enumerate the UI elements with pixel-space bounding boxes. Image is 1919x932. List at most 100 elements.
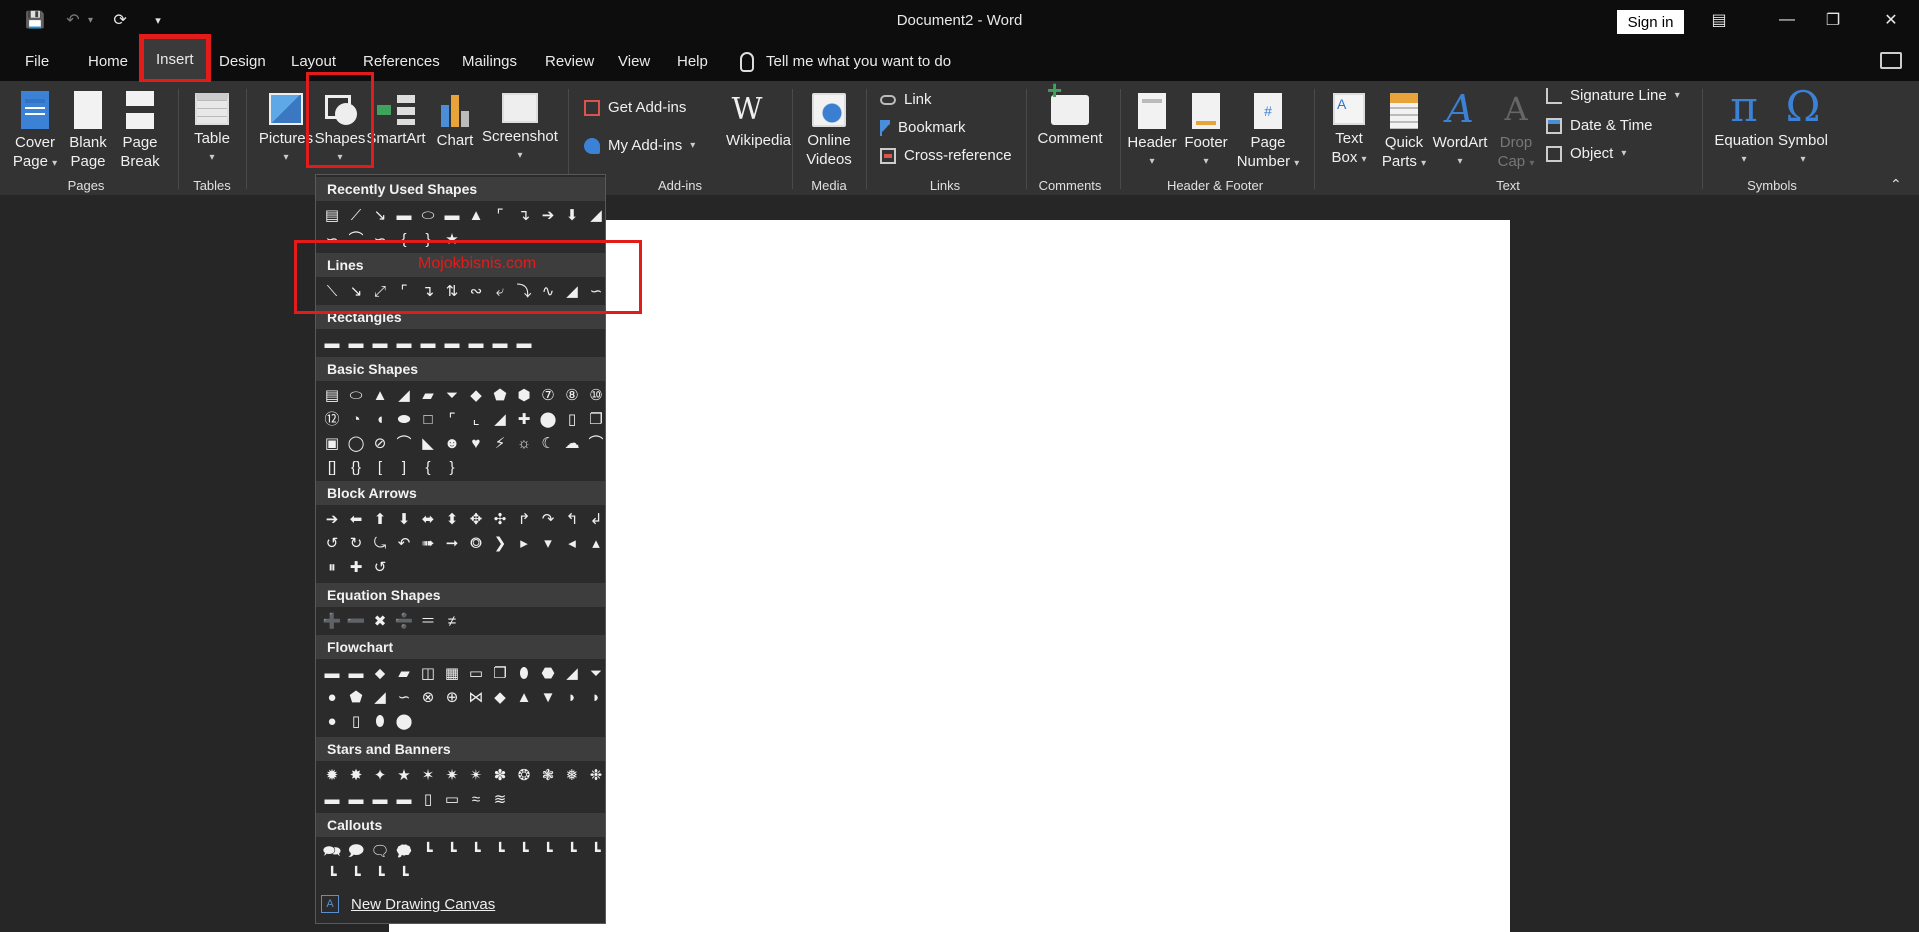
triangle-shape[interactable]: ▲ (368, 383, 392, 407)
pie-shape[interactable]: ◔ (344, 407, 368, 431)
block-arc-shape[interactable]: ⌒ (392, 431, 416, 455)
donut-shape[interactable]: ◯ (344, 431, 368, 455)
oval-shape[interactable]: ⬭ (344, 383, 368, 407)
minus-shape[interactable]: ➖ (344, 609, 368, 633)
off-page-connector-shape[interactable]: ⬟ (344, 685, 368, 709)
curved-down-arrow-shape[interactable]: ↶ (392, 531, 416, 555)
multiply-shape[interactable]: ✖ (368, 609, 392, 633)
rounded-rect-shape[interactable]: ▬ (440, 203, 464, 227)
rounded-rect-callout-shape[interactable]: 🗩 (344, 839, 368, 863)
symbol-button[interactable]: Ω Symbol ▾ (1774, 86, 1832, 169)
elbow-arrow-connector-shape[interactable]: ↴ (416, 279, 440, 303)
merge-shape[interactable]: ▼ (536, 685, 560, 709)
chord-shape[interactable]: ◖ (368, 407, 392, 431)
curved-right-arrow-shape[interactable]: ↺ (320, 531, 344, 555)
line-arrow-shape[interactable]: ↘ (344, 279, 368, 303)
curved-left-arrow-shape[interactable]: ↻ (344, 531, 368, 555)
cross-shape[interactable]: ✚ (512, 407, 536, 431)
striped-right-arrow-shape[interactable]: ➠ (416, 531, 440, 555)
magnetic-disk-shape[interactable]: ▯ (344, 709, 368, 733)
vertical-scroll-shape[interactable]: ▯ (416, 787, 440, 811)
shapes-button[interactable]: Shapes ▾ (314, 93, 366, 167)
star-6-point-shape[interactable]: ✶ (416, 763, 440, 787)
smartart-button[interactable]: SmartArt (364, 93, 428, 148)
tab-view[interactable]: View (614, 42, 654, 81)
process-shape[interactable]: ▬ (320, 661, 344, 685)
right-arrow-shape[interactable]: ➔ (320, 507, 344, 531)
comment-button[interactable]: Comment (1034, 81, 1106, 148)
summing-junction-shape[interactable]: ⊗ (416, 685, 440, 709)
preparation-shape[interactable]: ⬣ (536, 661, 560, 685)
undo-icon[interactable]: ↶ (62, 9, 84, 31)
star-shape[interactable]: ★ (440, 227, 464, 251)
display-shape[interactable]: ⬤ (392, 709, 416, 733)
tell-me-search[interactable]: Tell me what you want to do (740, 42, 951, 81)
left-up-arrow-shape[interactable]: ↰ (560, 507, 584, 531)
or-shape[interactable]: ⊕ (440, 685, 464, 709)
save-icon[interactable]: 💾 (24, 9, 46, 31)
elbow-connector-shape[interactable]: ⌜ (488, 203, 512, 227)
right-arrow-callout-shape[interactable]: ▸ (512, 531, 536, 555)
tab-mailings[interactable]: Mailings (458, 42, 521, 81)
cross-reference-button[interactable]: Cross-reference (880, 147, 1012, 164)
cube-shape[interactable]: ❐ (584, 407, 608, 431)
heart-shape[interactable]: ♥ (464, 431, 488, 455)
l-shape[interactable]: ⌞ (464, 407, 488, 431)
elbow-connector-shape[interactable]: ⌜ (392, 279, 416, 303)
line-callout-1-accent-shape[interactable]: ┗ (488, 839, 512, 863)
blank-page-button[interactable]: Blank Page (66, 91, 110, 171)
octagon-shape[interactable]: ⑧ (560, 383, 584, 407)
star-16-point-shape[interactable]: ❃ (536, 763, 560, 787)
page-number-button[interactable]: # Page Number ▾ (1232, 93, 1304, 173)
rectangular-callout-shape[interactable]: 🗪 (320, 839, 344, 863)
close-icon[interactable]: ✕ (1878, 8, 1904, 32)
line-callout-2-border-shape[interactable]: ┗ (584, 839, 608, 863)
tab-home[interactable]: Home (84, 42, 132, 81)
down-arrow-shape[interactable]: ⬇ (392, 507, 416, 531)
text-box-button[interactable]: A Text Box ▾ (1324, 93, 1374, 169)
lightning-bolt-shape[interactable]: ⚡ (488, 431, 512, 455)
date-time-button[interactable]: Date & Time (1546, 117, 1653, 134)
teardrop-shape[interactable]: ⬬ (392, 407, 416, 431)
footer-button[interactable]: Footer ▾ (1180, 93, 1232, 171)
trapezoid-shape[interactable]: ⏷ (440, 383, 464, 407)
curved-ribbon-up-shape[interactable]: ▬ (368, 787, 392, 811)
tab-help[interactable]: Help (673, 42, 712, 81)
right-brace-shape[interactable]: } (440, 455, 464, 479)
bevel-shape[interactable]: ▣ (320, 431, 344, 455)
star-24-point-shape[interactable]: ❅ (560, 763, 584, 787)
right-brace-shape[interactable]: } (416, 227, 440, 251)
left-right-arrow-callout-shape[interactable]: ⏸ (320, 555, 344, 579)
text-box-shape[interactable]: ▤ (320, 383, 344, 407)
redo-icon[interactable]: ⟳ (109, 9, 131, 31)
triangle-shape[interactable]: ▲ (464, 203, 488, 227)
line-callout-3-shape[interactable]: ┗ (464, 839, 488, 863)
explosion-2-shape[interactable]: ✸ (344, 763, 368, 787)
wordart-button[interactable]: A WordArt ▾ (1428, 89, 1492, 171)
sign-in-button[interactable]: Sign in (1617, 10, 1684, 34)
diagonal-stripe-shape[interactable]: ◢ (488, 407, 512, 431)
restore-icon[interactable]: ❐ (1820, 8, 1846, 32)
round-same-side-shape[interactable]: ▬ (488, 331, 512, 355)
minimize-icon[interactable]: — (1774, 8, 1800, 32)
up-down-arrow-shape[interactable]: ⬍ (440, 507, 464, 531)
double-bracket-shape[interactable]: [] (320, 455, 344, 479)
star-5-point-shape[interactable]: ★ (392, 763, 416, 787)
link-button[interactable]: Link (880, 91, 932, 108)
up-arrow-callout-shape[interactable]: ▴ (584, 531, 608, 555)
parallelogram-shape[interactable]: ▰ (416, 383, 440, 407)
wikipedia-button[interactable]: W Wikipedia (726, 93, 791, 150)
text-box-shape[interactable]: ▤ (320, 203, 344, 227)
online-videos-button[interactable]: Online Videos (804, 93, 854, 169)
quad-arrow-callout-shape[interactable]: ✚ (344, 555, 368, 579)
left-brace-shape[interactable]: { (416, 455, 440, 479)
extract-shape[interactable]: ▲ (512, 685, 536, 709)
round-single-corner-shape[interactable]: ▬ (464, 331, 488, 355)
line-callout-3-accent-shape[interactable]: ┗ (536, 839, 560, 863)
oval-callout-shape[interactable]: 🗨 (368, 839, 392, 863)
chevron-shape[interactable]: ❯ (488, 531, 512, 555)
curve-shape[interactable]: ∿ (536, 279, 560, 303)
line-callout-1-shape[interactable]: ┗ (416, 839, 440, 863)
multidocument-shape[interactable]: ❐ (488, 661, 512, 685)
table-button[interactable]: Table ▾ (190, 93, 234, 167)
